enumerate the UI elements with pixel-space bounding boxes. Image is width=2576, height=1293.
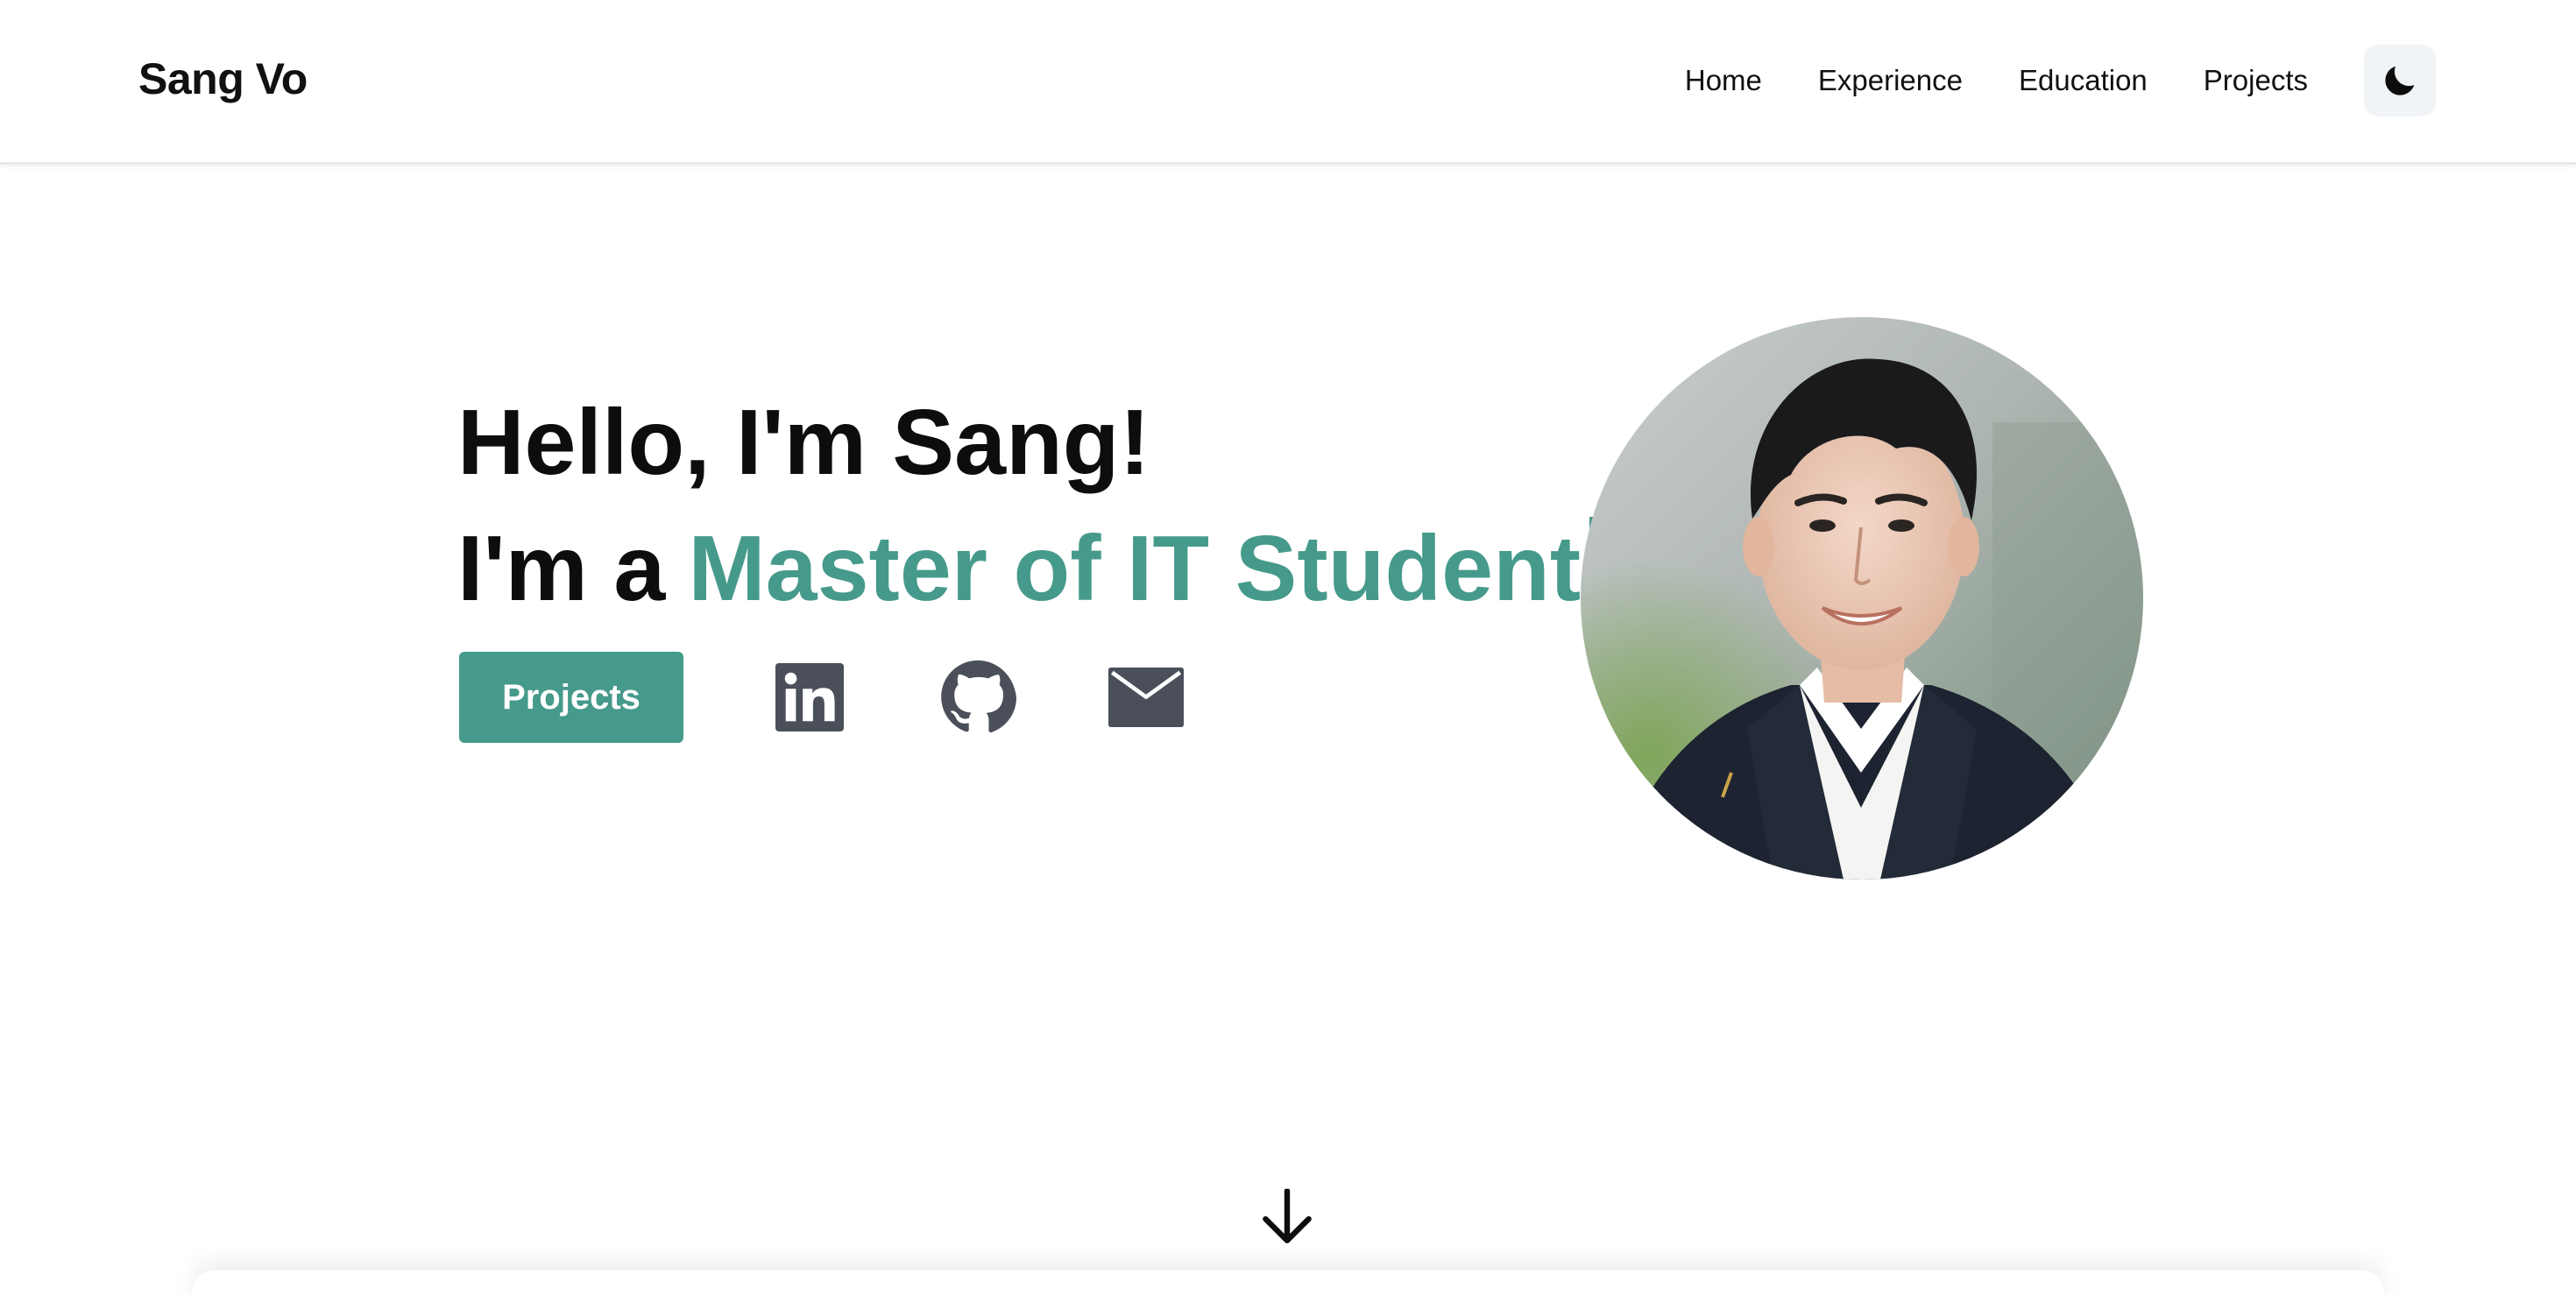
- main-nav: Home Experience Education Projects: [1685, 53, 2308, 109]
- linkedin-icon: [775, 663, 844, 731]
- github-link[interactable]: [936, 655, 1020, 739]
- theme-toggle-button[interactable]: [2364, 45, 2436, 117]
- nav-home[interactable]: Home: [1685, 53, 1762, 109]
- moon-icon: [2385, 66, 2415, 95]
- github-icon: [941, 660, 1016, 733]
- top-navbar: Sang Vo Home Experience Education Projec…: [0, 0, 2576, 165]
- page: Sang Vo Home Experience Education Projec…: [0, 0, 2576, 1293]
- site-brand[interactable]: Sang Vo: [138, 51, 308, 107]
- next-section-card: [193, 1270, 2383, 1293]
- email-link[interactable]: [1104, 655, 1188, 739]
- nav-experience[interactable]: Experience: [1818, 53, 1963, 109]
- scroll-down-button[interactable]: [1256, 1186, 1318, 1247]
- hero-subtitle: I'm a Master of IT Student: [457, 512, 1597, 625]
- arrow-down-icon: [1263, 1189, 1312, 1244]
- profile-portrait: [1581, 317, 2143, 880]
- mail-icon: [1108, 667, 1184, 728]
- linkedin-link[interactable]: [768, 655, 852, 739]
- profile-photo: [1581, 317, 2143, 880]
- hero-prefix: I'm a: [457, 517, 666, 620]
- projects-button[interactable]: Projects: [459, 652, 683, 743]
- hero-role-typed: Master of IT Student: [688, 517, 1582, 620]
- nav-education[interactable]: Education: [2019, 53, 2148, 109]
- hero-greeting: Hello, I'm Sang!: [457, 391, 1150, 494]
- nav-projects[interactable]: Projects: [2204, 53, 2308, 109]
